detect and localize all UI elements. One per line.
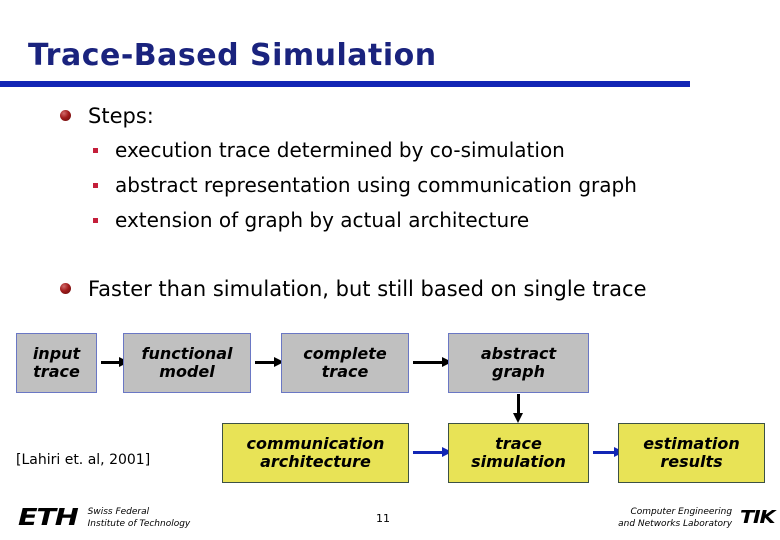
box-line-1: trace [495, 433, 542, 453]
bullet-square-icon [93, 183, 98, 188]
arrow-functional-to-complete [255, 357, 284, 367]
bullet-sphere-icon [60, 110, 71, 121]
box-line-2: results [660, 452, 723, 471]
box-line-1: functional [141, 343, 233, 363]
diagram-box-trace-simulation: trace simulation [448, 423, 589, 483]
arrow-communication-to-trace-simulation [413, 447, 452, 457]
bullet-square-icon [93, 218, 98, 223]
box-line-1: communication [246, 433, 385, 453]
sub-bullet-label: abstract representation using communicat… [115, 173, 637, 197]
box-line-2: architecture [260, 452, 371, 471]
diagram-box-complete-trace: complete trace [281, 333, 409, 393]
arrow-input-to-functional [101, 357, 129, 367]
sub-bullet-execution-trace: execution trace determined by co-simulat… [93, 138, 565, 162]
arrow-trace-simulation-to-estimation [593, 447, 624, 457]
tik-line-2: and Networks Laboratory [618, 519, 733, 530]
diagram-box-abstract-graph: abstract graph [448, 333, 589, 393]
sub-bullet-abstract-representation: abstract representation using communicat… [93, 173, 637, 197]
bullet-square-icon [93, 148, 98, 153]
bullet-steps-label: Steps: [88, 104, 154, 128]
sub-bullet-label: execution trace determined by co-simulat… [115, 138, 565, 162]
eth-line-1: Swiss Federal [87, 507, 150, 517]
tik-line-1: Computer Engineering [630, 507, 733, 517]
bullet-sphere-icon [60, 283, 71, 294]
tik-logo: TIK [740, 507, 776, 529]
arrow-abstract-to-trace-simulation [513, 394, 523, 423]
page-title: Trace-Based Simulation [28, 38, 437, 73]
eth-logo: ETH [18, 504, 79, 531]
diagram-box-functional-model: functional model [123, 333, 251, 393]
arrow-complete-to-abstract [413, 357, 452, 367]
sub-bullet-extension-of-graph: extension of graph by actual architectur… [93, 208, 529, 232]
sub-bullet-label: extension of graph by actual architectur… [115, 208, 530, 232]
title-divider [0, 81, 690, 87]
slide-canvas: Trace-Based Simulation Steps: execution … [0, 0, 780, 540]
box-line-1: abstract [480, 343, 557, 363]
page-number: 11 [376, 512, 390, 525]
diagram-box-communication-architecture: communication architecture [222, 423, 409, 483]
box-line-2: model [159, 362, 215, 381]
box-line-1: complete [303, 343, 387, 363]
diagram-box-input-trace: input trace [16, 333, 97, 393]
box-line-1: input [32, 343, 81, 363]
footer-right: Computer Engineering and Networks Labora… [618, 506, 776, 530]
box-line-2: trace [33, 362, 80, 381]
footer-left: ETH Swiss Federal Institute of Technolog… [18, 506, 190, 530]
citation-reference: [Lahiri et. al, 2001] [16, 452, 151, 468]
bullet-faster-label: Faster than simulation, but still based … [88, 277, 647, 301]
eth-institution-name: Swiss Federal Institute of Technology [88, 506, 191, 530]
box-line-1: estimation [643, 433, 740, 453]
box-line-2: simulation [471, 452, 566, 471]
eth-line-2: Institute of Technology [87, 519, 191, 530]
tik-lab-name: Computer Engineering and Networks Labora… [618, 506, 732, 530]
bullet-steps: Steps: [60, 104, 154, 128]
box-line-2: graph [492, 362, 545, 381]
bullet-faster-than-simulation: Faster than simulation, but still based … [60, 277, 647, 301]
diagram-box-estimation-results: estimation results [618, 423, 765, 483]
box-line-2: trace [321, 362, 369, 381]
